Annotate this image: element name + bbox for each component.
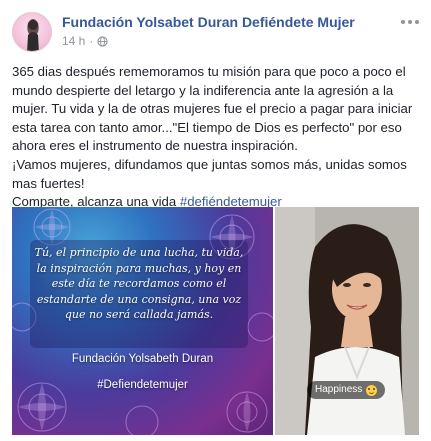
post-body: 365 dias después rememoramos tu misión p…	[12, 63, 419, 212]
facebook-post: Fundación Yolsabet Duran Defiéndete Muje…	[0, 0, 431, 441]
smiling-emoji-icon	[366, 384, 378, 396]
post-header: Fundación Yolsabet Duran Defiéndete Muje…	[12, 12, 419, 54]
page-name-link[interactable]: Fundación Yolsabet Duran Defiéndete Muje…	[62, 14, 355, 30]
portrait-illustration	[275, 207, 419, 435]
graphic-hashtag: #Defiendetemujer	[97, 379, 188, 391]
meta-separator: ·	[89, 34, 94, 48]
post-timestamp[interactable]: 14 h	[62, 34, 85, 48]
post-media[interactable]: Tú, el principio de una lucha, tu vida, …	[12, 207, 419, 435]
post-paragraph: ¡Vamos mujeres, difundamos que juntas so…	[12, 156, 407, 191]
post-paragraph: 365 dias después rememoramos tu misión p…	[12, 64, 413, 154]
portrait-photo[interactable]: Happiness	[275, 207, 419, 435]
quote-graphic[interactable]: Tú, el principio de una lucha, tu vida, …	[12, 207, 273, 435]
happiness-sticker: Happiness	[307, 381, 386, 399]
graphic-org-name: Fundación Yolsabeth Duran	[71, 353, 214, 365]
sticker-text: Happiness	[315, 384, 363, 395]
globe-icon[interactable]	[97, 35, 108, 47]
avatar-silhouette-icon	[27, 19, 39, 51]
post-meta: 14 h ·	[62, 34, 108, 48]
ellipsis-icon[interactable]	[399, 16, 419, 28]
quote-text: Tú, el principio de una lucha, tu vida, …	[34, 246, 244, 321]
page-avatar[interactable]	[12, 12, 52, 52]
